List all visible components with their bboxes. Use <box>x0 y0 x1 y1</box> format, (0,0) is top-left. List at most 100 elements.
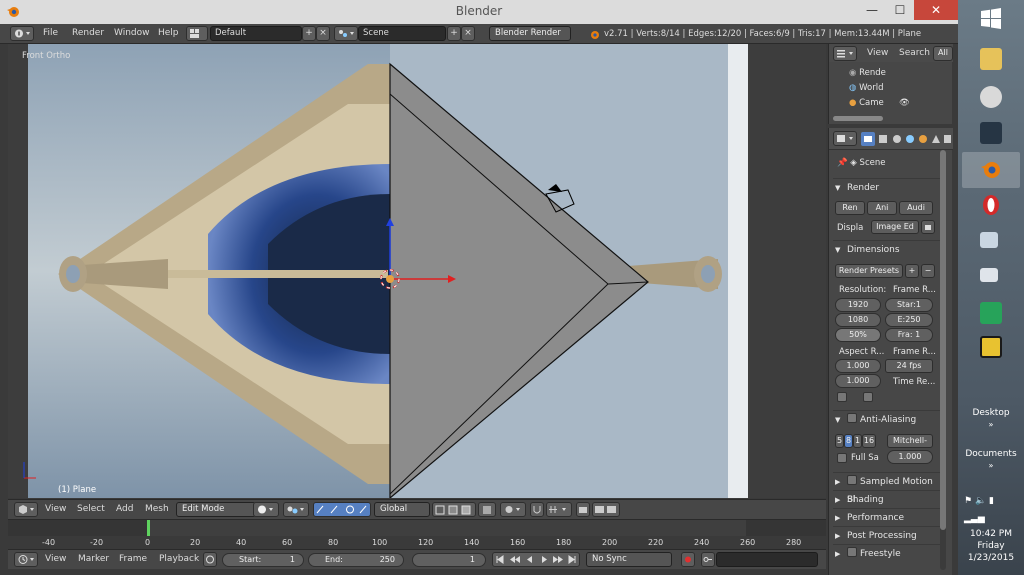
crop-checkbox[interactable] <box>863 392 873 402</box>
signal-icon[interactable]: ▂▃▅ <box>958 514 1024 524</box>
end-frame-field[interactable]: End: 250 <box>308 553 404 567</box>
remove-layout-button[interactable]: × <box>316 26 330 41</box>
close-button[interactable]: ✕ <box>914 0 958 20</box>
maximize-button[interactable]: ☐ <box>886 0 914 20</box>
motion-blur-checkbox[interactable] <box>847 475 857 485</box>
3d-viewport[interactable]: Front Ortho (1) Plane <box>8 44 826 498</box>
aa-filter-dropdown[interactable]: Mitchell- <box>887 434 933 448</box>
orientation-dropdown[interactable]: Global <box>374 502 430 517</box>
render-audio-button[interactable]: Audi <box>899 201 933 215</box>
playback-controls[interactable] <box>492 552 580 567</box>
flag-icon[interactable]: ⚑ <box>964 496 975 506</box>
render-engine-dropdown[interactable]: Blender Render <box>489 26 571 41</box>
full-sample-checkbox[interactable] <box>837 453 847 463</box>
transform-manipulator-icon[interactable] <box>8 44 826 498</box>
outliner[interactable]: View Search All ◉ Rende ◍ World ● Came 👁 <box>828 44 953 124</box>
anti-aliasing-panel-header[interactable]: Anti-Aliasing <box>833 410 941 429</box>
shading-dropdown[interactable] <box>253 502 279 517</box>
photos-taskbar-button[interactable] <box>962 226 1020 262</box>
vp-menu-add[interactable]: Add <box>116 504 133 514</box>
border-checkbox[interactable] <box>837 392 847 402</box>
outliner-row-render[interactable]: ◉ Rende <box>849 68 886 78</box>
proportional-edit-dropdown[interactable] <box>500 502 526 517</box>
post-processing-panel-header[interactable]: Post Processing <box>833 526 941 545</box>
timeline[interactable]: -40 -20 0 20 40 60 80 100 120 140 160 18… <box>8 519 826 550</box>
scene-field[interactable]: Scene <box>358 26 446 41</box>
sync-dropdown[interactable]: No Sync <box>586 552 672 567</box>
utility-taskbar-button[interactable] <box>962 296 1020 332</box>
remove-scene-button[interactable]: × <box>461 26 475 41</box>
shading-panel-header[interactable]: Shading <box>833 490 941 509</box>
outliner-display-all[interactable]: All <box>933 46 953 61</box>
menu-help[interactable]: Help <box>158 28 179 38</box>
preview-range-button[interactable] <box>203 552 217 567</box>
outliner-row-camera[interactable]: ● Came 👁 <box>849 98 910 108</box>
scene-icon-button[interactable] <box>334 26 358 41</box>
resolution-percent-field[interactable]: 50% <box>835 328 881 342</box>
fps-dropdown[interactable]: 24 fps <box>885 359 933 373</box>
minimize-button[interactable]: — <box>858 0 886 20</box>
render-panel-header[interactable]: Render <box>833 178 941 197</box>
display-dropdown[interactable]: Image Ed <box>871 220 919 234</box>
speaker-icon[interactable]: 🔈 <box>975 496 989 506</box>
menu-render[interactable]: Render <box>72 28 104 38</box>
properties-editor-type-button[interactable] <box>833 131 857 146</box>
outliner-view-menu[interactable]: View <box>867 48 888 58</box>
tl-menu-marker[interactable]: Marker <box>78 554 109 564</box>
outliner-editor-type-button[interactable] <box>833 46 857 61</box>
file-explorer-taskbar-button[interactable] <box>962 42 1020 78</box>
tl-menu-playback[interactable]: Playback <box>159 554 199 564</box>
tl-menu-view[interactable]: View <box>45 554 66 564</box>
properties-scrollbar[interactable] <box>940 150 946 570</box>
performance-panel-header[interactable]: Performance <box>833 508 941 527</box>
desktop-toolbar-label[interactable]: Desktop <box>958 408 1024 418</box>
timeline-editor-type-button[interactable] <box>14 552 38 567</box>
network-icon[interactable]: ▮ <box>989 496 994 506</box>
add-preset-button[interactable]: + <box>905 264 919 278</box>
aspect-x-field[interactable]: 1.000 <box>835 359 881 373</box>
aa-samples-5[interactable]: 5 <box>835 434 844 448</box>
screen-layout-field[interactable]: Default <box>210 26 302 41</box>
freestyle-checkbox[interactable] <box>847 547 857 557</box>
render-presets-dropdown[interactable]: Render Presets <box>835 264 903 278</box>
scrollbar-thumb[interactable] <box>940 150 946 530</box>
start-frame-field[interactable]: Start: 1 <box>222 553 304 567</box>
outliner-search-menu[interactable]: Search <box>899 48 930 58</box>
viewport-editor-type-button[interactable] <box>14 502 38 517</box>
current-frame-field[interactable]: 1 <box>412 553 486 567</box>
snap-toggle[interactable] <box>530 502 544 517</box>
windows-start-icon[interactable] <box>976 4 1006 34</box>
editor-type-button[interactable] <box>10 26 34 41</box>
tray-icons[interactable]: ⚑ 🔈 ▮ <box>958 496 1024 506</box>
snipping-tool-taskbar-button[interactable] <box>962 80 1020 116</box>
outliner-row-world[interactable]: ◍ World <box>849 83 883 93</box>
mode-dropdown[interactable]: Edit Mode <box>176 502 256 517</box>
vp-menu-view[interactable]: View <box>45 504 66 514</box>
keying-set-button[interactable] <box>701 552 715 567</box>
pin-icon[interactable]: 📌 <box>837 158 850 168</box>
playhead[interactable] <box>147 520 150 536</box>
property-context-tabs-icon[interactable] <box>861 132 951 146</box>
render-animation-button[interactable]: Ani <box>867 201 897 215</box>
tl-menu-frame[interactable]: Frame <box>119 554 147 564</box>
snap-element-dropdown[interactable] <box>546 502 572 517</box>
media-taskbar-button[interactable] <box>962 330 1020 366</box>
frame-start-field[interactable]: Star:1 <box>885 298 933 312</box>
properties-editor[interactable]: 📌 ◈ Scene Render Ren Ani Audi Displa Ima… <box>828 128 953 575</box>
frame-step-field[interactable]: Fra: 1 <box>885 328 933 342</box>
vp-menu-select[interactable]: Select <box>77 504 105 514</box>
aa-samples-16[interactable]: 16 <box>862 434 876 448</box>
remove-preset-button[interactable]: − <box>921 264 935 278</box>
outliner-scrollbar[interactable] <box>833 116 883 121</box>
freestyle-panel-header[interactable]: Freestyle <box>833 544 941 563</box>
aa-samples-8[interactable]: 8 <box>844 434 853 448</box>
sampled-motion-blur-panel-header[interactable]: Sampled Motion Bl <box>833 472 941 505</box>
menu-window[interactable]: Window <box>114 28 150 38</box>
resolution-x-field[interactable]: 1920 <box>835 298 881 312</box>
lock-interface-button[interactable] <box>921 220 935 234</box>
menu-file[interactable]: File <box>43 28 58 38</box>
render-image-button[interactable]: Ren <box>835 201 865 215</box>
documents-expand-icon[interactable]: » <box>958 461 1024 470</box>
system-clock[interactable]: 10:42 PM Friday 1/23/2015 <box>958 528 1024 564</box>
manipulator-toggles[interactable] <box>313 502 371 517</box>
